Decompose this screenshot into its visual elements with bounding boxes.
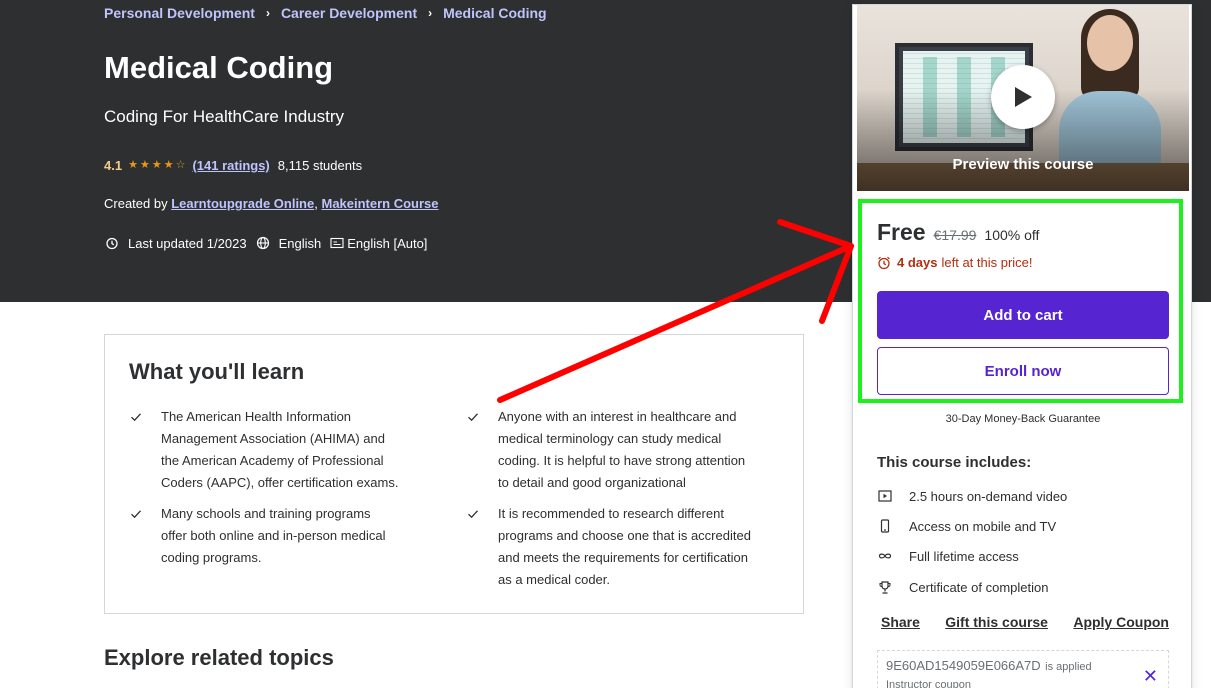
includes-item-label: 2.5 hours on-demand video: [909, 488, 1068, 504]
language-text: English: [278, 235, 322, 251]
ratings-count-link[interactable]: (141 ratings): [192, 158, 269, 173]
check-icon: [131, 510, 141, 519]
created-by-label: Created by: [104, 196, 168, 211]
trophy-icon: [877, 579, 893, 595]
green-highlight-box: [858, 199, 1183, 403]
breadcrumb-item-career-development[interactable]: Career Development: [281, 5, 417, 21]
share-link[interactable]: Share: [881, 614, 920, 630]
breadcrumb-item-medical-coding[interactable]: Medical Coding: [443, 5, 546, 21]
learn-item: The American Health Information Manageme…: [129, 406, 399, 494]
includes-item: Full lifetime access: [877, 548, 1019, 564]
breadcrumb-item-personal-development[interactable]: Personal Development: [104, 5, 255, 21]
course-subtitle: Coding For HealthCare Industry: [104, 107, 345, 126]
money-back-guarantee: 30-Day Money-Back Guarantee: [945, 413, 1101, 425]
star-full-icon: ★: [128, 159, 138, 171]
course-title: Medical Coding: [104, 50, 334, 85]
coupon-applied-text: is applied: [1045, 661, 1092, 673]
check-icon: [468, 413, 478, 422]
closed-captions-icon: [329, 235, 345, 251]
students-count: 8,115 students: [277, 158, 363, 173]
gift-course-link[interactable]: Gift this course: [945, 614, 1048, 630]
explore-related-topics-title: Explore related topics: [104, 645, 334, 670]
remove-coupon-close-icon[interactable]: ✕: [1143, 667, 1158, 685]
last-updated-text: Last updated 1/2023: [128, 235, 247, 251]
check-icon: [131, 413, 141, 422]
course-includes-title: This course includes:: [877, 454, 1032, 471]
star-empty-icon: ☆: [175, 159, 186, 171]
check-icon: [468, 510, 478, 519]
apply-coupon-link[interactable]: Apply Coupon: [1073, 614, 1169, 630]
instructor-separator: ,: [314, 196, 318, 211]
captions: English [Auto]: [329, 235, 427, 251]
play-icon: [1015, 87, 1032, 107]
coupon-type: Instructor coupon: [886, 679, 971, 688]
includes-item-label: Access on mobile and TV: [909, 518, 1057, 534]
star-rating: ★ ★ ★ ★ ☆: [128, 160, 185, 171]
chevron-right-icon: ›: [265, 6, 270, 20]
learn-item: It is recommended to research different …: [466, 503, 756, 591]
instructor-link-makeintern[interactable]: Makeintern Course: [321, 196, 438, 211]
includes-item: Access on mobile and TV: [877, 518, 1056, 534]
what-you-will-learn-box: What you'll learn The American Health In…: [104, 334, 804, 614]
infinity-icon: [877, 548, 893, 564]
learn-item-text: Anyone with an interest in healthcare an…: [498, 409, 746, 490]
learn-item-text: It is recommended to research different …: [498, 506, 751, 587]
rating-row: 4.1 ★ ★ ★ ★ ☆ (141 ratings) 8,115 studen…: [104, 158, 362, 173]
what-you-will-learn-title: What you'll learn: [129, 359, 305, 384]
includes-item-label: Full lifetime access: [909, 548, 1019, 564]
learn-item: Anyone with an interest in healthcare an…: [466, 406, 756, 494]
rating-value: 4.1: [104, 158, 123, 173]
includes-item: Certificate of completion: [877, 579, 1048, 595]
mobile-icon: [877, 518, 893, 534]
includes-item-label: Certificate of completion: [909, 579, 1049, 595]
coupon-code: 9E60AD1549059E066A7D: [886, 658, 1041, 673]
star-full-icon: ★: [163, 159, 174, 171]
course-preview[interactable]: Preview this course: [857, 5, 1189, 191]
alarm-clock-icon: [104, 235, 120, 251]
preview-course-label: Preview this course: [952, 156, 1094, 173]
star-full-icon: ★: [139, 159, 150, 171]
breadcrumb: Personal Development › Career Developmen…: [104, 5, 547, 21]
created-by: Created by Learntoupgrade Online, Makein…: [104, 196, 439, 211]
globe-icon: [255, 235, 271, 251]
last-updated: Last updated 1/2023: [104, 235, 247, 251]
sidebar-links: Share Gift this course Apply Coupon: [881, 614, 1169, 630]
video-icon: [877, 488, 893, 504]
learn-item: Many schools and training programs offer…: [129, 503, 399, 569]
chevron-right-icon: ›: [428, 6, 433, 20]
applied-coupon-box: 9E60AD1549059E066A7D is applied Instruct…: [877, 650, 1169, 688]
star-full-icon: ★: [151, 159, 162, 171]
learn-item-text: Many schools and training programs offer…: [161, 506, 386, 565]
captions-text: English [Auto]: [347, 235, 428, 251]
instructor-link-learntoupgrade[interactable]: Learntoupgrade Online: [171, 196, 314, 211]
includes-item: 2.5 hours on-demand video: [877, 488, 1067, 504]
course-meta: Last updated 1/2023 English English [Aut…: [104, 235, 435, 251]
play-button[interactable]: [991, 65, 1055, 129]
learn-item-text: The American Health Information Manageme…: [161, 409, 399, 490]
language: English: [255, 235, 322, 251]
